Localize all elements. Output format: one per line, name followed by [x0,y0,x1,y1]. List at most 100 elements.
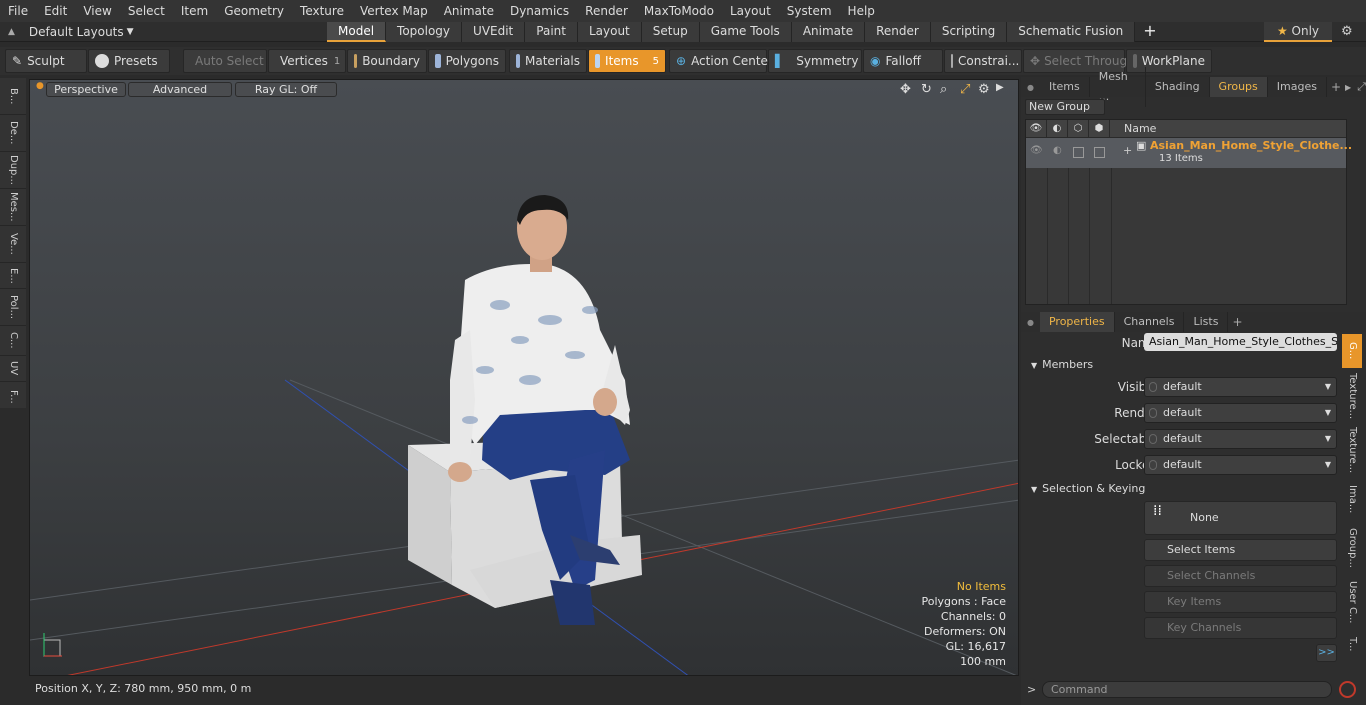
tab-paint[interactable]: Paint [525,22,578,42]
tab-images[interactable]: Images [1268,77,1327,97]
falloff-button[interactable]: ◉ Falloff [863,49,943,73]
left-tool-e[interactable]: E... [0,263,26,289]
sculpt-button[interactable]: ✎ Sculpt [5,49,87,73]
key-channels-button[interactable]: Key Channels [1144,617,1337,639]
tab-animate[interactable]: Animate [791,22,866,42]
menu-texture[interactable]: Texture [292,0,352,22]
side-tab-texture-2[interactable]: Texture... [1342,424,1362,476]
zoom-view-icon[interactable]: ⌕ [940,82,947,97]
selectable-select[interactable]: default ▼ [1144,429,1337,449]
group-row[interactable]: 👁 ◐ + ▣ Asian_Man_Home_Style_Clothe... 1… [1026,138,1352,168]
side-tab-group[interactable]: G... [1342,334,1362,368]
side-tab-texture-1[interactable]: Texture... [1342,370,1362,422]
visible-select[interactable]: default ▼ [1144,377,1337,397]
polygons-button[interactable]: Polygons [428,49,506,73]
collapse-arrow-icon[interactable]: ▲ [8,27,15,37]
menu-item[interactable]: Item [173,0,216,22]
row-lock-checkbox[interactable] [1094,147,1105,158]
auto-select-button[interactable]: Auto Select [183,49,267,73]
menu-file[interactable]: File [0,0,36,22]
materials-button[interactable]: Materials [509,49,587,73]
action-center-button[interactable]: ⊕ Action Center [669,49,773,73]
tab-uvedit[interactable]: UVEdit [462,22,526,42]
tab-game-tools[interactable]: Game Tools [699,22,792,42]
lock-column-icon[interactable]: ⬢ [1089,119,1110,138]
new-group-button[interactable]: New Group [1025,99,1105,115]
vertices-button[interactable]: Vertices 1 [268,49,346,73]
only-toggle[interactable]: ★ Only [1264,22,1332,42]
layout-selector[interactable]: ▲ Default Layouts ▼ [8,22,134,42]
tab-scripting[interactable]: Scripting [930,22,1008,42]
menu-render[interactable]: Render [577,0,636,22]
select-channels-button[interactable]: Select Channels [1144,565,1337,587]
tab-layout[interactable]: Layout [577,22,642,42]
selection-keying-section[interactable]: ▼ Selection & Keying [1031,482,1145,495]
row-render-icon[interactable]: ◐ [1053,145,1062,156]
3d-viewport[interactable]: ● Perspective Advanced Ray GL: Off ✥ ↻ ⌕… [29,79,1019,676]
menu-geometry[interactable]: Geometry [216,0,292,22]
tab-items[interactable]: Items [1040,77,1090,97]
key-items-button[interactable]: Key Items [1144,591,1337,613]
menu-layout[interactable]: Layout [722,0,779,22]
panel-menu-arrow-icon[interactable]: ▶ [1345,83,1351,92]
command-input[interactable]: Command [1042,681,1332,698]
render-select[interactable]: default ▼ [1144,403,1337,423]
menu-help[interactable]: Help [840,0,883,22]
viewport-gear-icon[interactable]: ⚙ [978,82,990,97]
rotate-view-icon[interactable]: ↻ [921,82,932,97]
select-items-button[interactable]: Select Items [1144,539,1337,561]
menu-dynamics[interactable]: Dynamics [502,0,577,22]
none-button[interactable]: ⁞⁞ None [1144,501,1337,535]
maximize-view-icon[interactable]: ⤢ [960,82,970,97]
locked-select[interactable]: default ▼ [1144,455,1337,475]
left-tool-b[interactable]: B... [0,78,26,115]
tab-render[interactable]: Render [865,22,931,42]
select-column-icon[interactable]: ⬡ [1068,119,1089,138]
tab-topology[interactable]: Topology [386,22,463,42]
items-button[interactable]: Items 5 [588,49,666,73]
boundary-button[interactable]: Boundary [347,49,427,73]
menu-system[interactable]: System [779,0,840,22]
row-select-checkbox[interactable] [1073,147,1084,158]
side-tab-t[interactable]: T... [1342,630,1362,658]
members-section[interactable]: ▼ Members [1031,358,1093,371]
menu-vertex-map[interactable]: Vertex Map [352,0,436,22]
tab-schematic-fusion[interactable]: Schematic Fusion [1007,22,1136,42]
tab-model[interactable]: Model [327,22,387,42]
presets-button[interactable]: Presets [88,49,170,73]
panel-maximize-icon[interactable]: ⤢ [1357,80,1366,94]
perspective-button[interactable]: Perspective [46,82,126,97]
left-tool-de[interactable]: De... [0,115,26,152]
left-tool-mes[interactable]: Mes... [0,189,26,226]
gear-icon[interactable]: ⚙ [1341,24,1353,39]
tab-shading[interactable]: Shading [1146,77,1210,97]
render-column-icon[interactable]: ◐ [1047,119,1068,138]
visibility-column-icon[interactable]: 👁 [1026,119,1047,138]
constraints-button[interactable]: Constrai... [944,49,1022,73]
record-icon[interactable] [1339,681,1356,698]
tab-setup[interactable]: Setup [641,22,700,42]
left-tool-dup[interactable]: Dup... [0,152,26,189]
advanced-button[interactable]: Advanced [128,82,232,97]
viewport-menu-arrow-icon[interactable]: ▶ [996,82,1004,93]
add-props-tab-icon[interactable]: + [1228,315,1246,329]
expand-icon[interactable]: + [1123,144,1132,157]
menu-edit[interactable]: Edit [36,0,75,22]
side-tab-group-2[interactable]: Group... [1342,522,1362,574]
left-tool-pol[interactable]: Pol... [0,289,26,326]
move-view-icon[interactable]: ✥ [900,82,911,97]
add-tab-icon[interactable]: + [1135,22,1164,42]
tab-lists[interactable]: Lists [1184,312,1229,332]
name-field[interactable]: Asian_Man_Home_Style_Clothes_Sitti [1144,333,1337,351]
symmetry-button[interactable]: ▌ Symmetry [768,49,862,73]
tab-groups[interactable]: Groups [1209,77,1268,97]
row-visibility-icon[interactable]: 👁 [1030,145,1043,156]
left-tool-ve[interactable]: Ve... [0,226,26,263]
side-tab-image[interactable]: Ima... [1342,478,1362,520]
menu-maxtomodo[interactable]: MaxToModo [636,0,722,22]
menu-animate[interactable]: Animate [436,0,502,22]
side-tab-user-channels[interactable]: User C... [1342,576,1362,628]
tab-channels[interactable]: Channels [1115,312,1185,332]
menu-select[interactable]: Select [120,0,173,22]
tab-properties[interactable]: Properties [1039,312,1115,332]
